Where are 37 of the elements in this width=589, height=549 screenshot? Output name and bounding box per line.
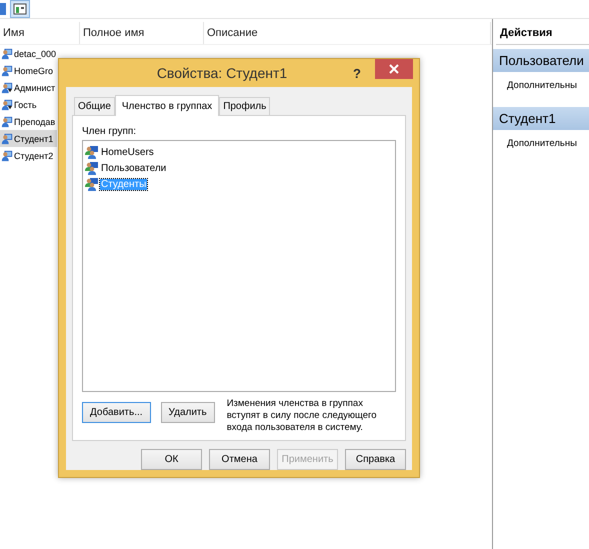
close-button[interactable]	[375, 59, 413, 79]
dialog-button[interactable]: Справка	[345, 449, 406, 470]
user-name: Студент2	[14, 150, 54, 160]
group-item[interactable]: HomeUsers	[100, 146, 155, 158]
user-name: detac_000	[14, 48, 56, 58]
tab[interactable]: Профиль	[219, 97, 270, 115]
section-header[interactable]: Студент1	[493, 107, 589, 130]
panel-button[interactable]: Добавить...	[82, 402, 151, 423]
field-label: Член групп:	[82, 126, 138, 137]
group-icon	[85, 161, 99, 175]
info-note: Изменения членства в группах вступят в силу после следующего входа пользователя в систему.	[226, 398, 378, 434]
user-name: HomeGro	[14, 66, 54, 76]
section-header[interactable]: Пользователи	[493, 49, 589, 72]
user-name: Гость	[14, 100, 37, 110]
panel-toggle-icon[interactable]	[10, 0, 30, 18]
dialog-title: Свойства: Студент1	[156, 65, 288, 81]
group-item[interactable]: Пользователи	[100, 162, 168, 174]
dialog-button[interactable]: ОК	[141, 449, 202, 470]
help-button[interactable]: ?	[345, 66, 369, 80]
column-header[interactable]: Имя	[0, 22, 80, 44]
dialog-button[interactable]: Отмена	[209, 449, 270, 470]
user-name: Преподав	[14, 116, 56, 126]
selected-row-highlight[interactable]: Студент1	[0, 130, 57, 147]
action-link[interactable]: Дополнительны	[493, 130, 589, 161]
tab[interactable]: Общие	[74, 97, 115, 115]
column-header[interactable]: Описание	[204, 22, 491, 44]
actions-title: Действия	[496, 22, 589, 45]
group-icon	[85, 177, 99, 191]
user-name: Админист	[14, 82, 56, 92]
tab[interactable]: Членство в группах	[114, 95, 220, 116]
action-link[interactable]: Дополнительны	[493, 72, 589, 103]
close-icon	[389, 64, 399, 74]
toolbar-icon[interactable]	[0, 2, 6, 16]
panel-button[interactable]: Удалить	[160, 402, 215, 423]
user-name: Студент1	[14, 134, 54, 144]
column-header[interactable]: Полное имя	[80, 22, 204, 44]
group-icon	[85, 145, 99, 159]
